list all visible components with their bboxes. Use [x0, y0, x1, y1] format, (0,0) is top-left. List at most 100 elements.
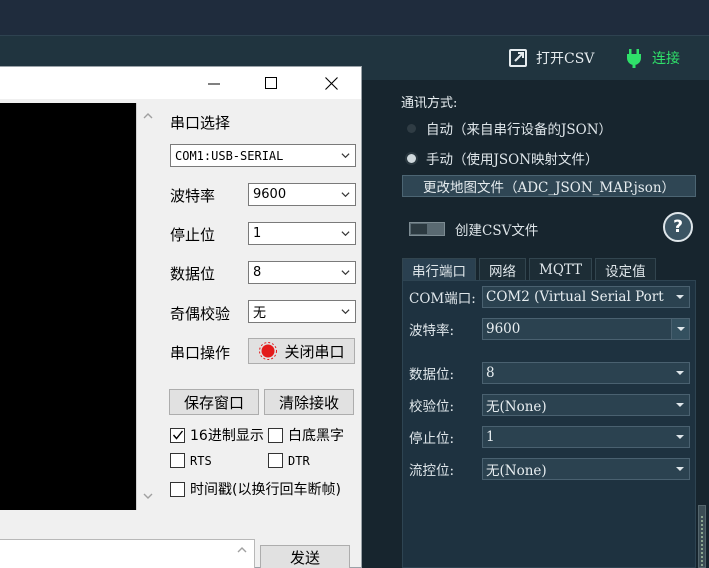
parity-field: 校验位: 无(None): [409, 394, 690, 416]
tab-network[interactable]: 网络: [479, 258, 526, 280]
stop-bit-select[interactable]: 1: [248, 222, 356, 245]
port-select[interactable]: COM1:USB-SERIAL: [170, 144, 356, 167]
data-bits-field: 数据位: 8: [409, 362, 690, 384]
connect-label: 连接: [652, 51, 680, 67]
mode-auto-radio[interactable]: 自动（来自串行设备的JSON）: [407, 118, 612, 138]
baud-rate-value: 9600: [253, 187, 287, 202]
radio-selected-icon: [407, 153, 416, 163]
open-csv-button[interactable]: 打开CSV: [508, 47, 594, 69]
parity-label: 校验位:: [409, 399, 455, 415]
stop-bits-label: 停止位:: [409, 431, 455, 447]
white-bg-checkbox-row: 白底黑字: [268, 425, 344, 445]
create-csv-toggle[interactable]: [409, 222, 445, 236]
rts-checkbox-row: RTS: [170, 453, 212, 468]
com-port-value: COM2 (Virtual Serial Port: [486, 289, 664, 305]
white-bg-checkbox[interactable]: [268, 427, 283, 443]
create-csv-row: 创建CSV文件: [409, 219, 538, 239]
com-port-select[interactable]: COM2 (Virtual Serial Port: [482, 286, 690, 308]
external-link-icon: [508, 48, 528, 68]
level-meter: [698, 505, 706, 568]
flow-control-label: 流控位:: [409, 463, 455, 479]
rts-checkbox[interactable]: [170, 453, 185, 468]
parity-check-value: 无: [253, 306, 267, 321]
stop-bits-select[interactable]: 1: [482, 426, 690, 448]
dtr-checkbox[interactable]: [268, 453, 283, 468]
help-icon[interactable]: ?: [663, 212, 693, 242]
send-button[interactable]: 发送: [260, 545, 350, 568]
stop-bit-label: 停止位: [170, 226, 216, 244]
baud-field: 波特率: 9600: [409, 318, 690, 340]
mode-manual-label: 手动（使用JSON映射文件）: [426, 152, 599, 168]
serial-assistant-window: 串口选择 COM1:USB-SERIAL 波特率 9600 停止位 1 数据位 …: [0, 66, 362, 568]
baud-rate-select[interactable]: 9600: [248, 183, 356, 206]
close-port-button[interactable]: 关闭串口: [248, 338, 355, 364]
com-port-label: COM端口:: [409, 291, 476, 307]
receive-scrollbar[interactable]: [136, 103, 160, 510]
close-button[interactable]: [308, 67, 354, 99]
white-bg-label: 白底黑字: [288, 428, 344, 444]
open-csv-label: 打开CSV: [536, 51, 595, 67]
maximize-button[interactable]: [248, 67, 294, 99]
data-bit-select[interactable]: 8: [248, 261, 356, 284]
rts-label: RTS: [190, 453, 212, 468]
settings-pane: 通讯方式: 自动（来自串行设备的JSON） 手动（使用JSON映射文件） 更改地…: [401, 89, 701, 568]
maximize-icon: [265, 77, 277, 89]
com-port-field: COM端口: COM2 (Virtual Serial Port: [409, 286, 690, 308]
stop-bits-field: 停止位: 1: [409, 426, 690, 448]
tab-serial-port[interactable]: 串行端口: [402, 258, 476, 280]
flow-control-value: 无(None): [486, 463, 547, 479]
baud-rate-label: 波特率: [170, 187, 216, 205]
connect-button[interactable]: 连接: [624, 47, 680, 69]
timestamp-label: 时间戳(以换行回车断帧): [190, 482, 341, 498]
minimize-button[interactable]: [191, 67, 237, 99]
dtr-label: DTR: [288, 453, 310, 468]
data-bit-label: 数据位: [170, 265, 216, 283]
close-port-label: 关闭串口: [284, 342, 345, 361]
plug-icon: [624, 48, 644, 68]
close-icon: [324, 76, 338, 90]
mode-manual-radio[interactable]: 手动（使用JSON映射文件）: [407, 148, 599, 168]
port-operation-label: 串口操作: [170, 344, 231, 362]
tab-setpoints[interactable]: 设定值: [595, 258, 656, 280]
send-scrollbar[interactable]: [233, 541, 253, 568]
timestamp-checkbox[interactable]: [170, 481, 185, 497]
send-text-area[interactable]: [0, 539, 255, 568]
hex-display-checkbox-row: 16进制显示: [170, 425, 264, 445]
dropdown-arrow-icon: [671, 319, 689, 339]
window-titlebar[interactable]: [0, 67, 361, 99]
data-bit-value: 8: [253, 265, 262, 280]
save-window-button[interactable]: 保存窗口: [169, 389, 259, 415]
settings-tabs: 串行端口 网络 MQTT 设定值: [402, 258, 694, 280]
stop-bits-value: 1: [486, 429, 495, 445]
parity-check-select[interactable]: 无: [248, 300, 356, 323]
port-select-value: COM1:USB-SERIAL: [175, 148, 284, 163]
timestamp-checkbox-row: 时间戳(以换行回车断帧): [170, 479, 341, 499]
baud-label: 波特率:: [409, 323, 455, 339]
change-map-file-button[interactable]: 更改地图文件（ADC_JSON_MAP.json）: [402, 175, 696, 197]
parity-value: 无(None): [486, 399, 547, 415]
radio-icon: [407, 123, 416, 133]
chevron-down-icon: [341, 231, 350, 237]
scroll-up-icon: [237, 547, 247, 553]
create-csv-label: 创建CSV文件: [455, 223, 539, 239]
dropdown-arrow-icon: [671, 427, 689, 447]
parity-select[interactable]: 无(None): [482, 394, 690, 416]
data-bits-label: 数据位:: [409, 367, 455, 383]
comm-mode-title: 通讯方式:: [401, 96, 458, 111]
chevron-down-icon: [341, 270, 350, 276]
dropdown-arrow-icon: [671, 395, 689, 415]
scroll-down-icon: [143, 493, 153, 499]
chevron-down-icon: [341, 153, 350, 159]
chevron-down-icon: [341, 309, 350, 315]
hex-display-checkbox[interactable]: [170, 427, 185, 443]
clear-receive-button[interactable]: 清除接收: [264, 389, 354, 415]
receive-text-area[interactable]: [0, 103, 136, 510]
dropdown-arrow-icon: [671, 459, 689, 479]
flow-control-field: 流控位: 无(None): [409, 458, 690, 480]
tab-mqtt[interactable]: MQTT: [529, 258, 593, 280]
parity-check-label: 奇偶校验: [170, 305, 231, 323]
chevron-down-icon: [341, 192, 350, 198]
data-bits-select[interactable]: 8: [482, 362, 690, 384]
flow-control-select[interactable]: 无(None): [482, 458, 690, 480]
baud-combobox[interactable]: 9600: [482, 318, 690, 340]
